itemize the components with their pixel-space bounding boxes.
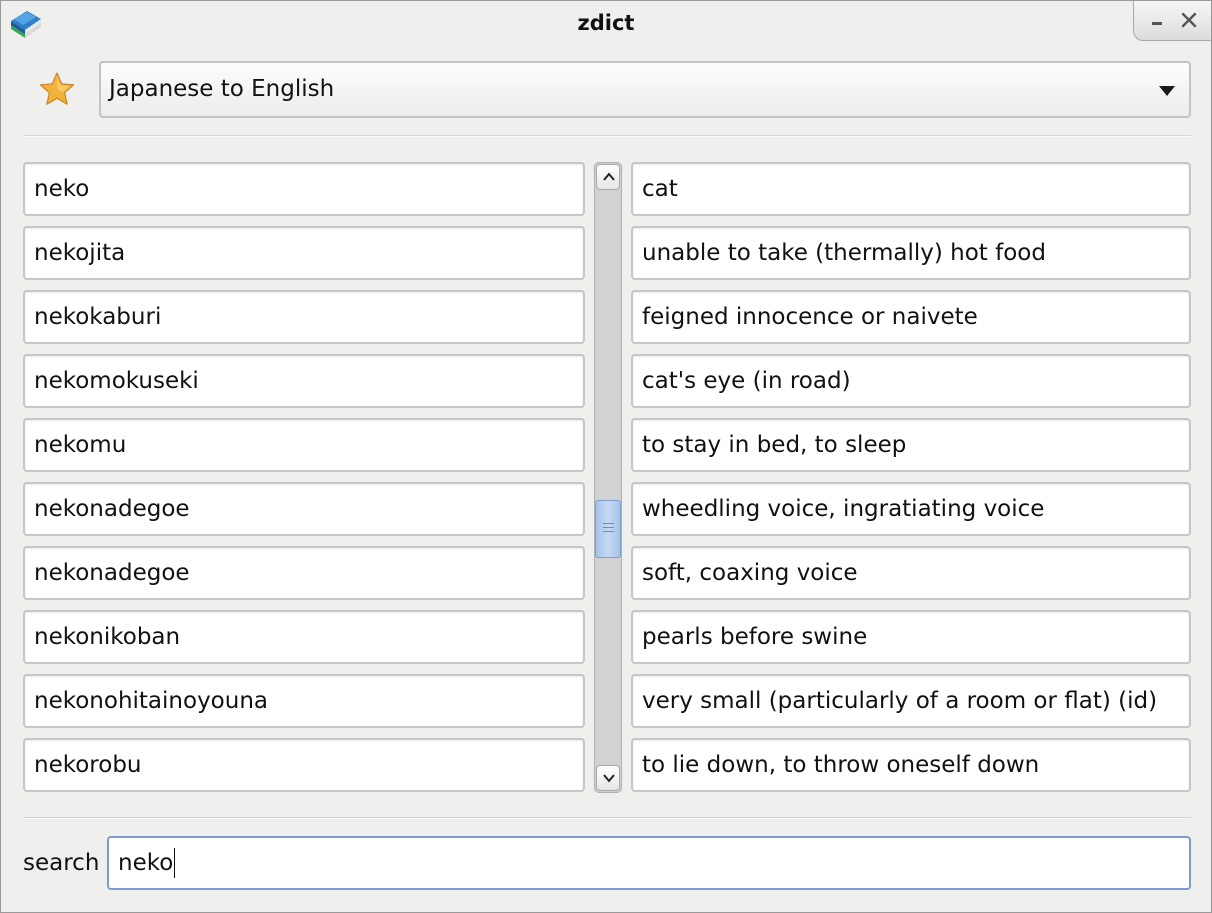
window-controls (1133, 1, 1211, 41)
meaning-item[interactable]: wheedling voice, ingratiating voice (631, 482, 1191, 536)
app-window: zdict Japanese to English neko nekojita … (0, 0, 1212, 913)
meaning-item[interactable]: cat's eye (in road) (631, 354, 1191, 408)
search-input-value: neko (118, 850, 174, 876)
results-scrollbar[interactable] (594, 162, 622, 793)
divider (23, 817, 1191, 819)
search-label: search (23, 850, 100, 876)
word-item[interactable]: neko (23, 162, 585, 216)
meaning-item[interactable]: very small (particularly of a room or fl… (631, 674, 1191, 728)
star-icon[interactable] (37, 71, 77, 107)
meaning-item[interactable]: pearls before swine (631, 610, 1191, 664)
word-item[interactable]: nekonohitainoyouna (23, 674, 585, 728)
meaning-item[interactable]: unable to take (thermally) hot food (631, 226, 1191, 280)
word-item[interactable]: nekorobu (23, 738, 585, 792)
title-bar[interactable]: zdict (1, 1, 1211, 47)
meaning-item[interactable]: to stay in bed, to sleep (631, 418, 1191, 472)
grip-icon (603, 523, 614, 535)
window-title: zdict (577, 11, 635, 35)
chevron-down-icon (603, 774, 615, 783)
divider (23, 135, 1191, 137)
dictionary-select-value: Japanese to English (109, 76, 335, 102)
word-item[interactable]: nekonadegoe (23, 482, 585, 536)
meaning-item[interactable]: soft, coaxing voice (631, 546, 1191, 600)
chevron-up-icon (603, 172, 615, 181)
word-item[interactable]: nekojita (23, 226, 585, 280)
chevron-down-icon (1159, 86, 1175, 96)
word-item[interactable]: nekonikoban (23, 610, 585, 664)
meaning-item[interactable]: to lie down, to throw oneself down (631, 738, 1191, 792)
scroll-down-button[interactable] (596, 765, 620, 791)
word-item[interactable]: nekomokuseki (23, 354, 585, 408)
meaning-list: cat unable to take (thermally) hot food … (631, 162, 1191, 802)
close-icon[interactable] (1178, 9, 1200, 31)
word-item[interactable]: nekokaburi (23, 290, 585, 344)
search-input[interactable]: neko (107, 836, 1191, 890)
meaning-item[interactable]: feigned innocence or naivete (631, 290, 1191, 344)
scroll-up-button[interactable] (596, 164, 620, 190)
scroll-thumb[interactable] (595, 500, 621, 558)
meaning-item[interactable]: cat (631, 162, 1191, 216)
minimize-icon[interactable] (1146, 9, 1168, 31)
word-item[interactable]: nekomu (23, 418, 585, 472)
word-list: neko nekojita nekokaburi nekomokuseki ne… (23, 162, 585, 802)
word-item[interactable]: nekonadegoe (23, 546, 585, 600)
text-caret (174, 848, 176, 878)
dictionary-select[interactable]: Japanese to English (99, 61, 1191, 118)
